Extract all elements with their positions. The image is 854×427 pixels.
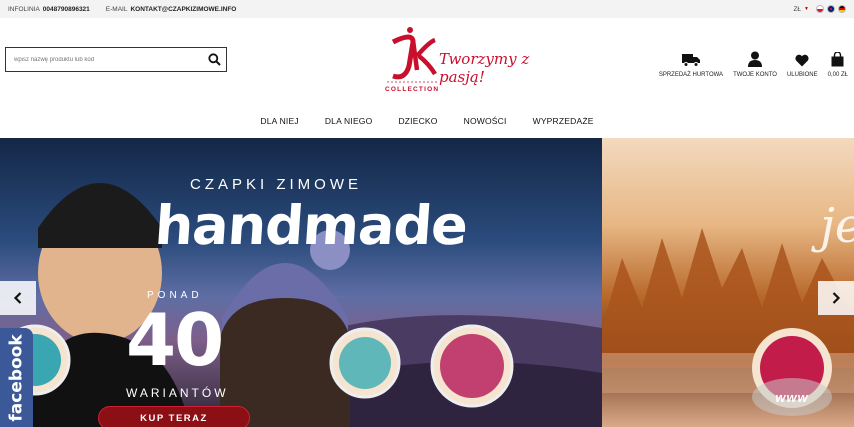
search-box [5,47,227,72]
header-actions: SPRZEDAŻ HURTOWA TWOJE KONTO ULUBIONE 0,… [649,46,848,78]
hotline-label: INFOLINIA [8,5,40,13]
jk-monogram-icon [387,27,439,83]
buy-now-button[interactable]: KUP TERAZ [98,406,250,427]
email-label: E-MAIL [105,5,128,13]
hero-slider: CZAPKI ZIMOWE handmade PONAD 40 WARIANTÓ… [0,138,854,427]
facebook-label: facebook [6,334,27,422]
chevron-down-icon[interactable]: ▼ [804,6,809,12]
hero-slide-handmade[interactable]: CZAPKI ZIMOWE handmade PONAD 40 WARIANTÓ… [0,138,602,427]
account-link[interactable]: TWOJE KONTO [733,46,777,78]
chevron-left-icon [13,292,22,304]
currency-select[interactable]: ZŁ [793,6,801,13]
cart-link[interactable]: 0,00 ZŁ [828,46,848,78]
hero-subtitle: CZAPKI ZIMOWE [190,176,362,193]
nav-item-wyprzedaze[interactable]: WYPRZEDAŻE [533,116,594,126]
favorites-link[interactable]: ULUBIONE [787,46,818,78]
flag-de-icon[interactable] [838,5,846,13]
hero-slide-autumn[interactable]: je www [602,138,854,427]
account-label: TWOJE KONTO [733,72,777,78]
email-link[interactable]: KONTAKT@CZAPKIZIMOWE.INFO [130,6,236,13]
chevron-right-icon [832,292,841,304]
slider-prev-button[interactable] [0,281,36,315]
user-icon [748,51,762,67]
nav-item-dziecko[interactable]: DZIECKO [398,116,437,126]
slide2-badge: www [752,378,832,416]
facebook-tab[interactable]: facebook [0,328,33,427]
flag-pl-icon[interactable] [816,5,824,13]
search-icon[interactable] [202,53,226,66]
truck-icon [681,54,700,67]
hero-variants: WARIANTÓW [126,386,229,400]
wholesale-link[interactable]: SPRZEDAŻ HURTOWA [659,46,723,78]
top-bar: INFOLINIA 0048790896321 E-MAIL KONTAKT@C… [0,0,854,18]
search-input[interactable] [6,48,202,71]
flag-en-icon[interactable] [827,5,835,13]
hero-count: 40 [126,298,224,382]
hero-title: handmade [152,194,470,257]
slide2-text: je [820,198,854,254]
header: Tworzymy z pasją! COLLECTION SPRZEDAŻ HU… [0,18,854,104]
favorites-label: ULUBIONE [786,72,818,78]
hotline-number[interactable]: 0048790896321 [43,6,90,13]
nav-item-dla-niej[interactable]: DLA NIEJ [260,116,298,126]
locale-switcher: ZŁ ▼ [793,5,846,13]
nav-item-dla-niego[interactable]: DLA NIEGO [325,116,373,126]
heart-icon [795,54,809,67]
brand-logo[interactable]: Tworzymy z pasją! COLLECTION [383,26,563,96]
cart-total: 0,00 ZŁ [827,72,848,78]
brand-tagline: Tworzymy z pasją! [439,50,530,86]
brand-collection: COLLECTION [385,86,440,93]
slider-next-button[interactable] [818,281,854,315]
bag-icon [831,52,844,67]
wholesale-label: SPRZEDAŻ HURTOWA [658,72,724,78]
main-nav: DLA NIEJ DLA NIEGO DZIECKO NOWOŚCI WYPRZ… [0,104,854,138]
nav-item-nowosci[interactable]: NOWOŚCI [464,116,507,126]
